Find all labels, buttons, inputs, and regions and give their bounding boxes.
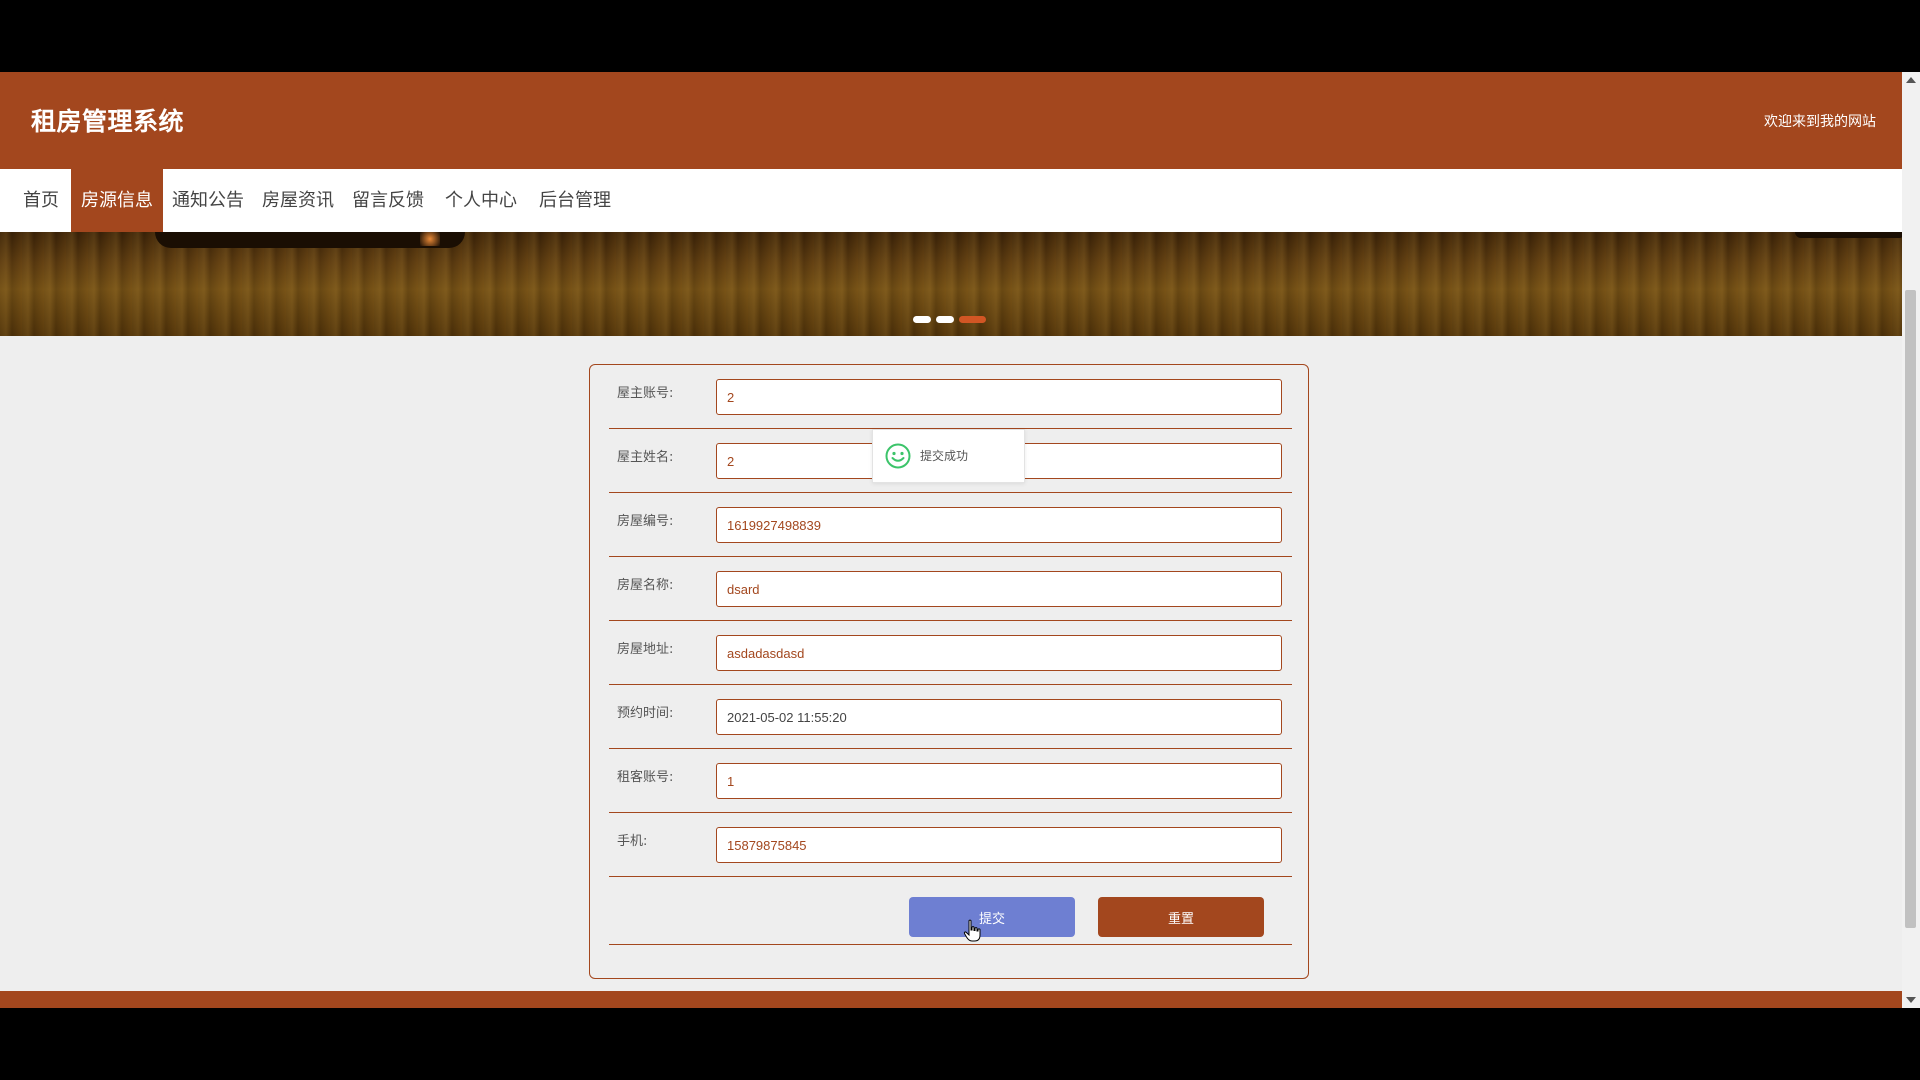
nav-item-feedback[interactable]: 留言反馈	[346, 169, 430, 232]
scroll-thumb[interactable]	[1905, 290, 1916, 928]
nav-item-profile[interactable]: 个人中心	[439, 169, 523, 232]
owner-account-label: 屋主账号:	[617, 386, 674, 401]
form-row-house-number: 房屋编号:	[609, 493, 1292, 557]
tenant-account-input[interactable]	[716, 763, 1282, 799]
hand-cursor-icon	[963, 919, 983, 947]
site-title: 租房管理系统	[31, 107, 185, 136]
booking-time-input[interactable]	[716, 699, 1282, 735]
smile-icon	[885, 443, 911, 473]
nav-item-listings[interactable]: 房源信息	[71, 169, 163, 232]
success-toast: 提交成功	[872, 429, 1025, 483]
owner-name-label: 屋主姓名:	[617, 450, 674, 465]
house-address-label: 房屋地址:	[617, 642, 674, 657]
carousel-dot-3[interactable]	[959, 316, 986, 323]
welcome-text: 欢迎来到我的网站	[1764, 114, 1876, 130]
form-row-house-name: 房屋名称:	[609, 557, 1292, 621]
form-row-phone: 手机:	[609, 813, 1292, 877]
nav-item-home[interactable]: 首页	[14, 169, 68, 232]
banner-boat	[155, 232, 465, 248]
carousel-dot-2[interactable]	[936, 316, 954, 323]
nav-item-news[interactable]: 房屋资讯	[256, 169, 340, 232]
site-header: 租房管理系统 欢迎来到我的网站	[0, 72, 1902, 169]
carousel-dot-1[interactable]	[913, 316, 931, 323]
browser-viewport: 租房管理系统 欢迎来到我的网站 首页 房源信息 通知公告 房屋资讯 留言反馈 个…	[0, 72, 1920, 1008]
form-row-owner-account: 屋主账号:	[609, 365, 1292, 429]
page-scrollbar[interactable]	[1902, 72, 1920, 1008]
banner-boat-right	[1795, 232, 1902, 238]
banner-light	[420, 232, 440, 246]
form-row-actions: 提交 重置	[609, 877, 1292, 945]
nav-item-notices[interactable]: 通知公告	[166, 169, 250, 232]
scroll-up-icon[interactable]	[1906, 77, 1916, 83]
toast-message: 提交成功	[920, 449, 969, 463]
house-name-label: 房屋名称:	[617, 578, 674, 593]
phone-input[interactable]	[716, 827, 1282, 863]
house-name-input[interactable]	[716, 571, 1282, 607]
house-number-label: 房屋编号:	[617, 514, 674, 529]
carousel-banner	[0, 232, 1902, 336]
scroll-down-icon[interactable]	[1906, 997, 1916, 1003]
footer-bar	[0, 991, 1902, 1008]
reset-button[interactable]: 重置	[1098, 897, 1264, 937]
submit-button[interactable]: 提交	[909, 897, 1075, 937]
main-nav: 首页 房源信息 通知公告 房屋资讯 留言反馈 个人中心 后台管理	[0, 169, 1902, 232]
nav-item-admin[interactable]: 后台管理	[532, 169, 618, 232]
phone-label: 手机:	[617, 834, 648, 849]
house-address-input[interactable]	[716, 635, 1282, 671]
form-row-house-address: 房屋地址:	[609, 621, 1292, 685]
form-row-booking-time: 预约时间:	[609, 685, 1292, 749]
tenant-account-label: 租客账号:	[617, 770, 674, 785]
owner-account-input[interactable]	[716, 379, 1282, 415]
form-row-tenant-account: 租客账号:	[609, 749, 1292, 813]
house-number-input[interactable]	[716, 507, 1282, 543]
booking-time-label: 预约时间:	[617, 706, 674, 721]
